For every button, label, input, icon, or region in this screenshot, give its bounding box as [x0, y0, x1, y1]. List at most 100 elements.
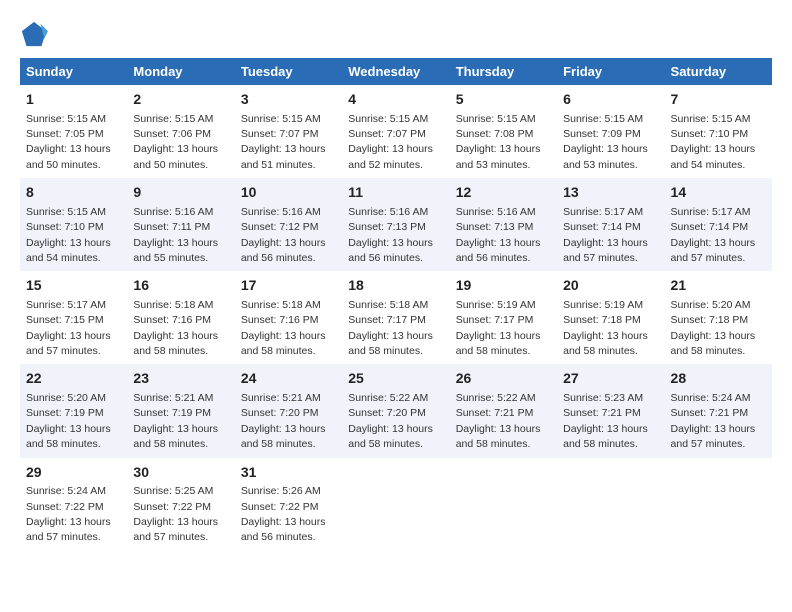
daylight-text: Daylight: 13 hoursand 58 minutes. — [456, 423, 541, 450]
daylight-text: Daylight: 13 hoursand 50 minutes. — [133, 143, 218, 170]
sunset-text: Sunset: 7:11 PM — [133, 221, 210, 233]
sunset-text: Sunset: 7:14 PM — [563, 221, 641, 233]
sunset-text: Sunset: 7:10 PM — [671, 128, 749, 140]
daylight-text: Daylight: 13 hoursand 57 minutes. — [671, 237, 756, 264]
calendar-cell: 6Sunrise: 5:15 AMSunset: 7:09 PMDaylight… — [557, 85, 664, 178]
sunset-text: Sunset: 7:14 PM — [671, 221, 749, 233]
calendar-cell: 2 Sunrise: 5:15 AM Sunset: 7:06 PM Daylight… — [127, 85, 234, 178]
day-number: 18 — [348, 276, 443, 296]
sunset-text: Sunset: 7:13 PM — [348, 221, 426, 233]
daylight-text: Daylight: 13 hoursand 53 minutes. — [563, 143, 648, 170]
calendar-cell: 10Sunrise: 5:16 AMSunset: 7:12 PMDayligh… — [235, 178, 342, 271]
sunset-text: Sunset: 7:20 PM — [348, 407, 426, 419]
calendar-cell: 19Sunrise: 5:19 AMSunset: 7:17 PMDayligh… — [450, 271, 557, 364]
sunrise-text: Sunrise: 5:15 AM — [348, 113, 428, 125]
sunset-text: Sunset: 7:17 PM — [456, 314, 534, 326]
day-number: 1 — [26, 90, 121, 110]
calendar-cell: 7Sunrise: 5:15 AMSunset: 7:10 PMDaylight… — [665, 85, 772, 178]
day-number: 25 — [348, 369, 443, 389]
sunset-text: Sunset: 7:06 PM — [133, 128, 211, 140]
daylight-text: Daylight: 13 hoursand 58 minutes. — [456, 330, 541, 357]
day-number: 26 — [456, 369, 551, 389]
sunrise-text: Sunrise: 5:15 AM — [241, 113, 321, 125]
sunset-text: Sunset: 7:10 PM — [26, 221, 104, 233]
calendar-cell: 28Sunrise: 5:24 AMSunset: 7:21 PMDayligh… — [665, 364, 772, 457]
daylight-text: Daylight: 13 hoursand 57 minutes. — [26, 330, 111, 357]
daylight-text: Daylight: 13 hoursand 51 minutes. — [241, 143, 326, 170]
sunset-text: Sunset: 7:07 PM — [348, 128, 426, 140]
sunset-text: Sunset: 7:15 PM — [26, 314, 104, 326]
sunset-text: Sunset: 7:22 PM — [26, 501, 104, 513]
sunrise-text: Sunrise: 5:19 AM — [563, 299, 643, 311]
calendar-cell: 17Sunrise: 5:18 AMSunset: 7:16 PMDayligh… — [235, 271, 342, 364]
calendar-cell — [665, 458, 772, 551]
sunrise-text: Sunrise: 5:15 AM — [26, 206, 106, 218]
sunset-text: Sunset: 7:17 PM — [348, 314, 426, 326]
daylight-text: Daylight: 13 hoursand 58 minutes. — [241, 330, 326, 357]
day-number: 23 — [133, 369, 228, 389]
sunset-text: Sunset: 7:18 PM — [671, 314, 749, 326]
day-number: 24 — [241, 369, 336, 389]
calendar-cell: 21Sunrise: 5:20 AMSunset: 7:18 PMDayligh… — [665, 271, 772, 364]
day-number: 7 — [671, 90, 766, 110]
day-number: 29 — [26, 463, 121, 483]
header-day: Monday — [127, 58, 234, 85]
daylight-text: Daylight: 13 hoursand 50 minutes. — [26, 143, 111, 170]
day-number: 15 — [26, 276, 121, 296]
sunset-text: Sunset: 7:22 PM — [133, 501, 211, 513]
daylight-text: Daylight: 13 hoursand 56 minutes. — [348, 237, 433, 264]
calendar-cell: 31Sunrise: 5:26 AMSunset: 7:22 PMDayligh… — [235, 458, 342, 551]
daylight-text: Daylight: 13 hoursand 52 minutes. — [348, 143, 433, 170]
sunset-text: Sunset: 7:07 PM — [241, 128, 319, 140]
daylight-text: Daylight: 13 hoursand 57 minutes. — [133, 516, 218, 543]
calendar-cell — [450, 458, 557, 551]
sunset-text: Sunset: 7:19 PM — [26, 407, 104, 419]
daylight-text: Daylight: 13 hoursand 58 minutes. — [671, 330, 756, 357]
header-day: Saturday — [665, 58, 772, 85]
daylight-text: Daylight: 13 hoursand 57 minutes. — [26, 516, 111, 543]
day-number: 4 — [348, 90, 443, 110]
sunset-text: Sunset: 7:16 PM — [241, 314, 319, 326]
sunrise-text: Sunrise: 5:15 AM — [133, 113, 213, 125]
day-number: 31 — [241, 463, 336, 483]
daylight-text: Daylight: 13 hoursand 58 minutes. — [241, 423, 326, 450]
calendar-cell: 27Sunrise: 5:23 AMSunset: 7:21 PMDayligh… — [557, 364, 664, 457]
sunrise-text: Sunrise: 5:16 AM — [456, 206, 536, 218]
calendar-cell — [557, 458, 664, 551]
sunset-text: Sunset: 7:21 PM — [563, 407, 641, 419]
sunset-text: Sunset: 7:20 PM — [241, 407, 319, 419]
calendar-week-row: 22Sunrise: 5:20 AMSunset: 7:19 PMDayligh… — [20, 364, 772, 457]
sunrise-text: Sunrise: 5:15 AM — [563, 113, 643, 125]
day-number: 2 — [133, 90, 228, 110]
calendar-body: 1 Sunrise: 5:15 AM Sunset: 7:05 PM Daylight… — [20, 85, 772, 551]
sunrise-text: Sunrise: 5:24 AM — [671, 392, 751, 404]
header-day: Tuesday — [235, 58, 342, 85]
sunset-text: Sunset: 7:16 PM — [133, 314, 211, 326]
sunrise-text: Sunrise: 5:18 AM — [241, 299, 321, 311]
sunset-text: Sunset: 7:09 PM — [563, 128, 641, 140]
sunrise-text: Sunrise: 5:22 AM — [456, 392, 536, 404]
sunset-text: Sunset: 7:21 PM — [671, 407, 749, 419]
sunset-text: Sunset: 7:08 PM — [456, 128, 534, 140]
calendar-cell: 26Sunrise: 5:22 AMSunset: 7:21 PMDayligh… — [450, 364, 557, 457]
daylight-text: Daylight: 13 hoursand 56 minutes. — [456, 237, 541, 264]
sunset-text: Sunset: 7:19 PM — [133, 407, 211, 419]
sunrise-text: Sunrise: 5:15 AM — [26, 113, 106, 125]
sunset-text: Sunset: 7:12 PM — [241, 221, 319, 233]
daylight-text: Daylight: 13 hoursand 58 minutes. — [133, 423, 218, 450]
sunrise-text: Sunrise: 5:21 AM — [133, 392, 213, 404]
sunrise-text: Sunrise: 5:15 AM — [456, 113, 536, 125]
sunset-text: Sunset: 7:05 PM — [26, 128, 104, 140]
calendar-cell: 30Sunrise: 5:25 AMSunset: 7:22 PMDayligh… — [127, 458, 234, 551]
daylight-text: Daylight: 13 hoursand 58 minutes. — [348, 423, 433, 450]
daylight-text: Daylight: 13 hoursand 58 minutes. — [133, 330, 218, 357]
day-number: 30 — [133, 463, 228, 483]
logo — [20, 20, 52, 48]
day-number: 28 — [671, 369, 766, 389]
calendar-cell: 18Sunrise: 5:18 AMSunset: 7:17 PMDayligh… — [342, 271, 449, 364]
sunrise-text: Sunrise: 5:20 AM — [26, 392, 106, 404]
calendar-cell: 29Sunrise: 5:24 AMSunset: 7:22 PMDayligh… — [20, 458, 127, 551]
calendar-cell: 23 Sunrise: 5:21 AM Sunset: 7:19 PM Dayligh… — [127, 364, 234, 457]
calendar-cell: 20Sunrise: 5:19 AMSunset: 7:18 PMDayligh… — [557, 271, 664, 364]
daylight-text: Daylight: 13 hoursand 56 minutes. — [241, 237, 326, 264]
